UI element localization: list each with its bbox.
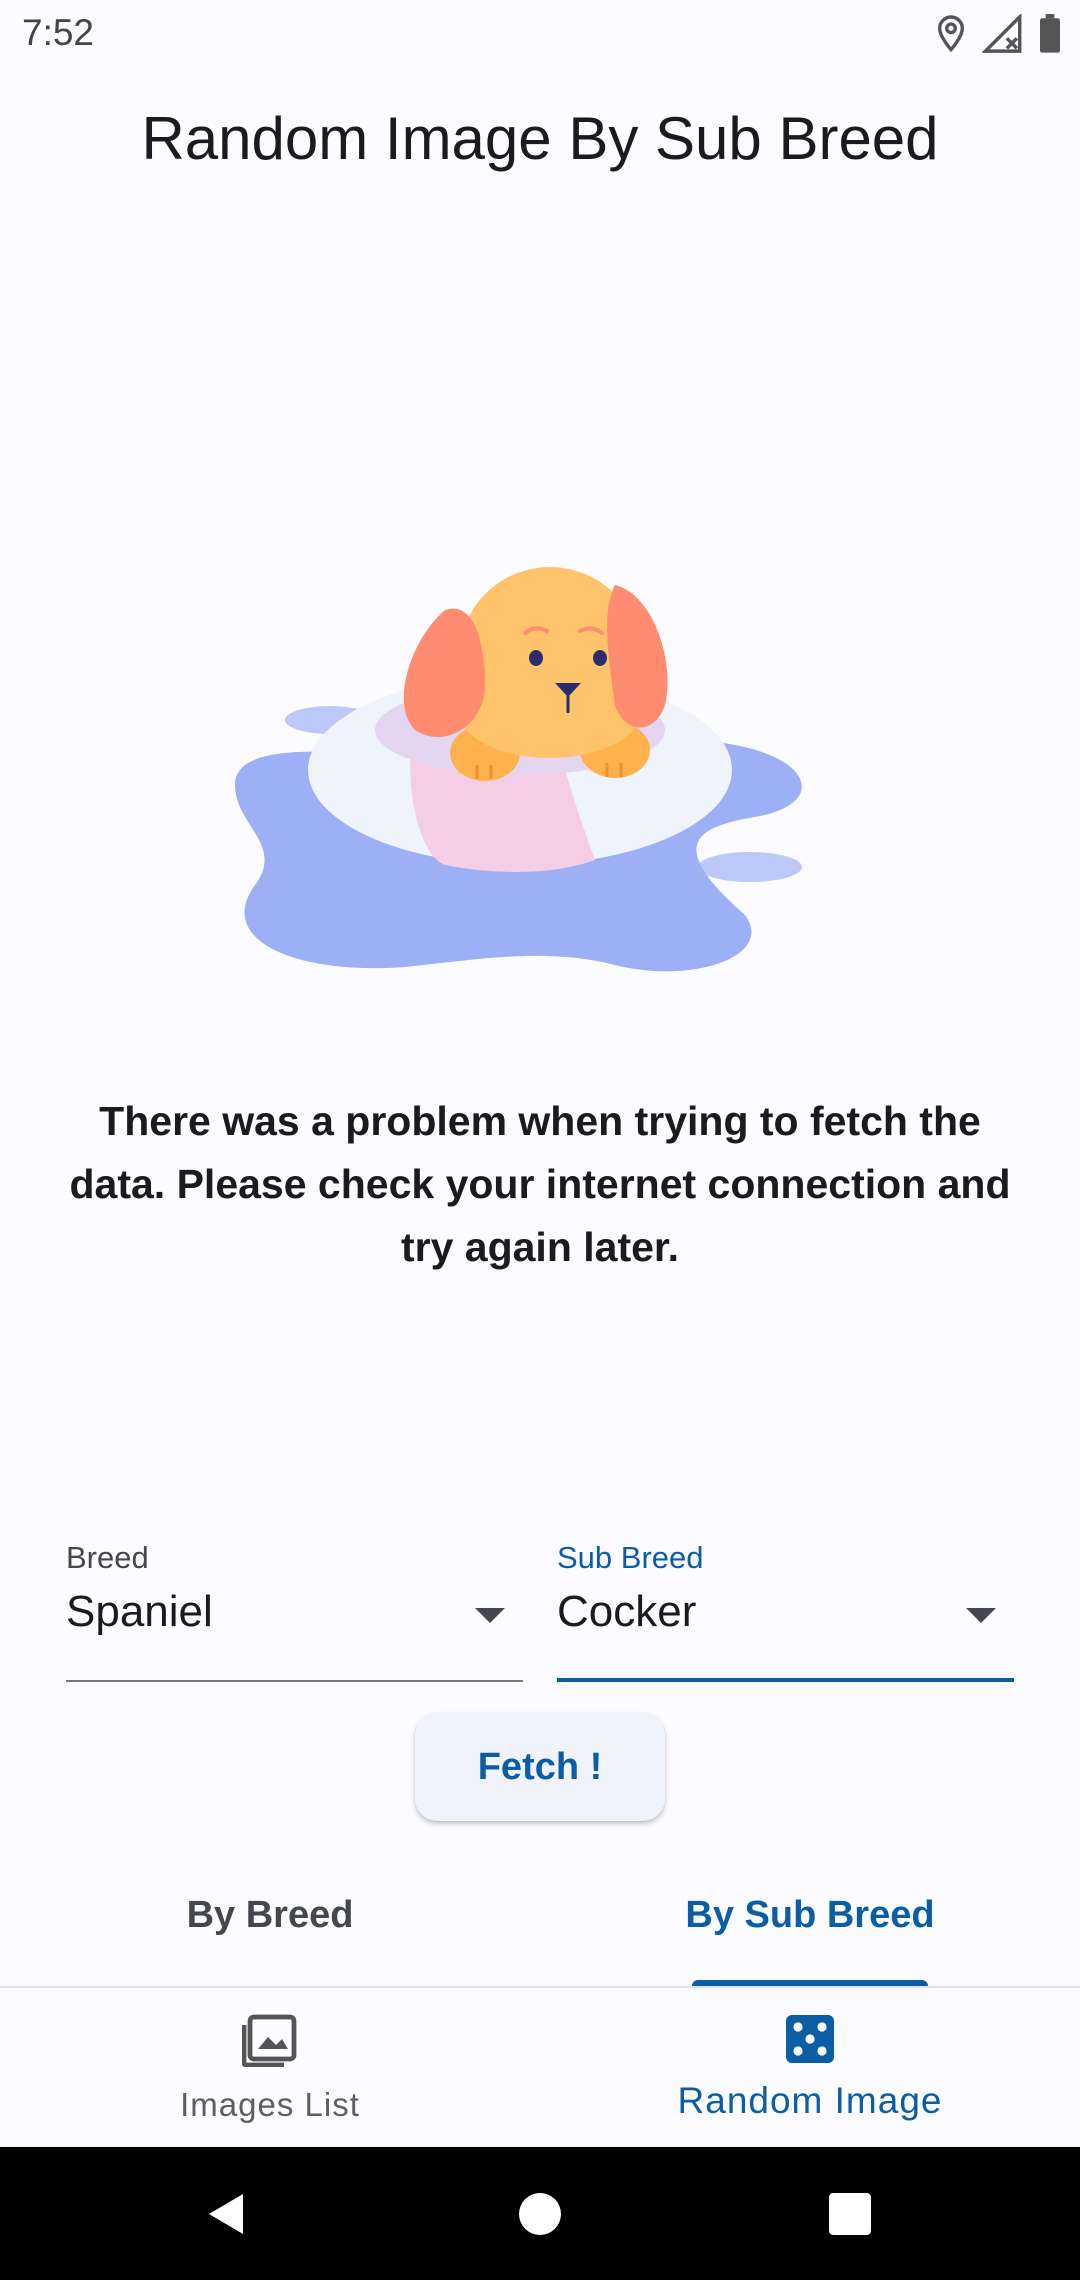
nav-label: Images List: [180, 2086, 360, 2123]
system-nav-bar: [0, 2147, 1080, 2280]
tab-by-sub-breed[interactable]: By Sub Breed: [540, 1870, 1080, 1987]
home-button[interactable]: [460, 2147, 620, 2280]
photo-library-icon: [242, 2014, 297, 2067]
sub-breed-value: Cocker: [557, 1587, 697, 1636]
status-bar: 7:52: [0, 0, 1080, 66]
nav-item-random-image[interactable]: Random Image: [540, 1988, 1080, 2147]
status-icons: [934, 12, 1062, 56]
fetch-button[interactable]: Fetch !: [415, 1713, 665, 1821]
page-title: Random Image By Sub Breed: [141, 105, 939, 172]
breed-underline: [66, 1680, 523, 1682]
tab-label: By Sub Breed: [685, 1894, 935, 1936]
nav-item-images-list[interactable]: Images List: [0, 1988, 540, 2147]
sub-breed-label: Sub Breed: [557, 1540, 704, 1575]
screen: 7:52 Random Image By Sub Breed There was…: [0, 0, 1080, 2280]
battery-icon: [1040, 14, 1060, 53]
tab-bar: By Breed By Sub Breed: [0, 1870, 1080, 1987]
sad-dog-on-float-illustration: [235, 567, 802, 972]
home-icon: [519, 2192, 561, 2235]
signal-off-icon: [982, 14, 1022, 53]
dice-icon: [786, 2015, 834, 2063]
error-message: There was a problem when trying to fetch…: [69, 1098, 1011, 1270]
nav-label: Random Image: [677, 2080, 943, 2121]
recents-button[interactable]: [770, 2147, 930, 2280]
tab-label: By Breed: [186, 1894, 354, 1936]
breed-value: Spaniel: [66, 1587, 213, 1636]
back-button[interactable]: [145, 2147, 305, 2280]
recents-icon: [829, 2192, 871, 2235]
sub-breed-dropdown[interactable]: Sub Breed Cocker: [557, 1540, 1014, 1682]
tab-by-breed[interactable]: By Breed: [0, 1870, 540, 1987]
breed-dropdown[interactable]: Breed Spaniel: [66, 1540, 523, 1682]
status-time: 7:52: [22, 12, 95, 53]
sub-breed-underline: [557, 1678, 1014, 1682]
back-icon: [209, 2193, 243, 2234]
dropdown-arrow-icon: [475, 1608, 505, 1623]
breed-label: Breed: [66, 1540, 149, 1575]
dropdown-arrow-icon: [966, 1608, 996, 1623]
location-icon: [937, 15, 965, 53]
bottom-nav: Images List Random Image: [0, 1988, 1080, 2147]
